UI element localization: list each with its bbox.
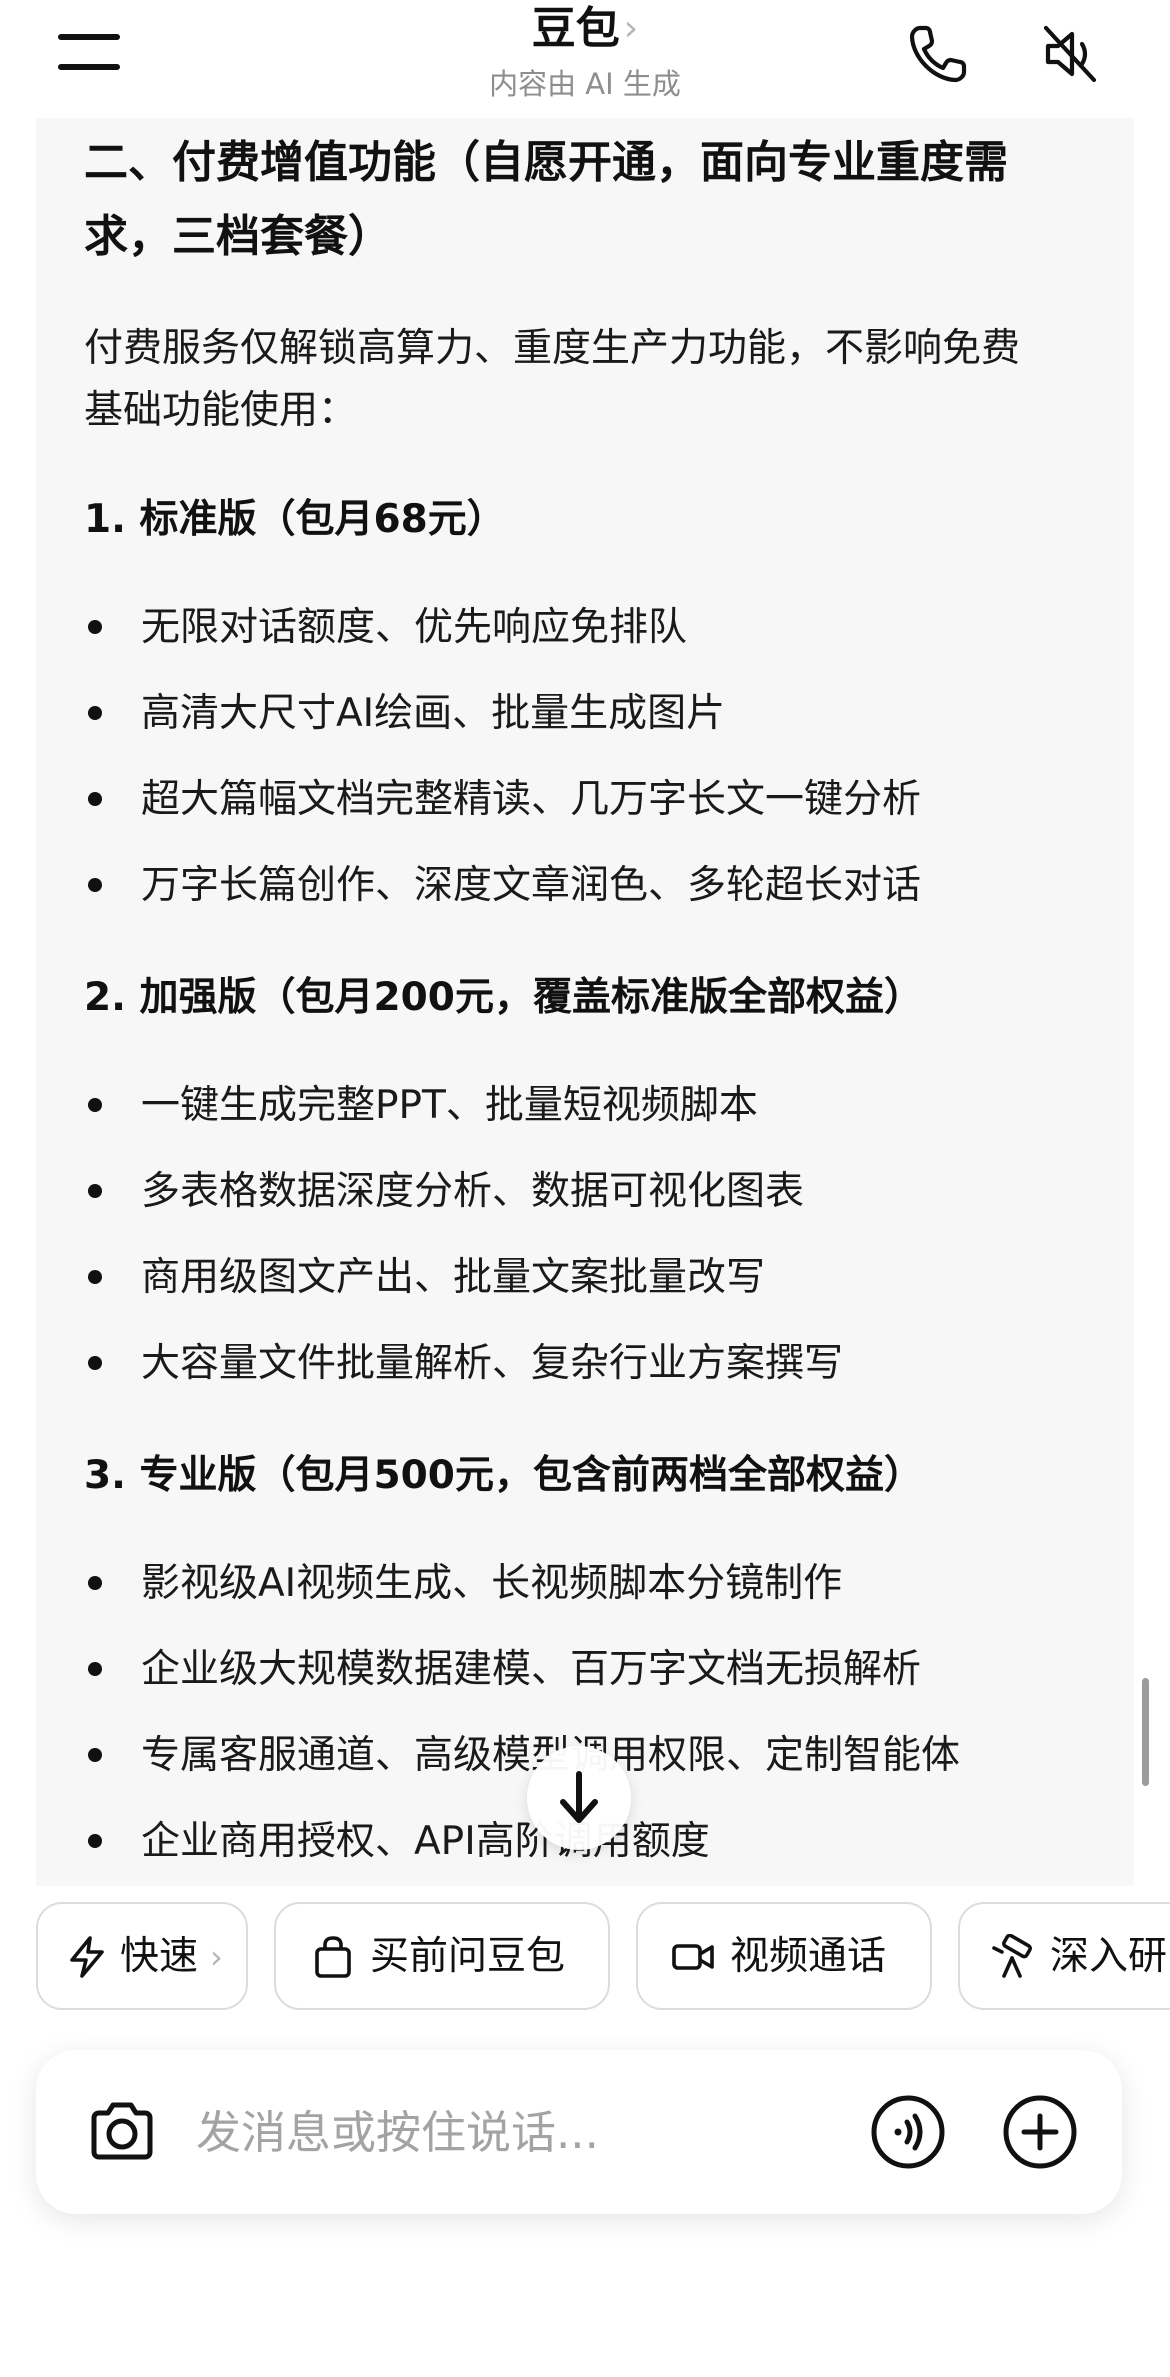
intro-line: 基础功能使用： (84, 388, 358, 433)
chip-chevron-icon: › (210, 1938, 223, 1976)
speaker-muted-icon[interactable] (1036, 20, 1104, 88)
lightning-icon (70, 1936, 104, 1978)
bullet-dot (88, 1270, 102, 1284)
chip-label: 视频通话 (730, 1934, 887, 1979)
menu-icon-bar (58, 34, 120, 40)
chat-title[interactable]: 豆包 (532, 4, 620, 54)
fast-mode-chip[interactable]: 快速 › (36, 1902, 248, 2010)
bullet-dot (88, 792, 102, 806)
video-call-chip[interactable]: 视频通话 (636, 1902, 932, 2010)
chat-title-area[interactable]: 豆包 › 内容由 AI 生成 (385, 4, 785, 104)
intro-line: 付费服务仅解锁高算力、重度生产力功能，不影响免费 (84, 326, 1021, 371)
camera-icon[interactable] (82, 2092, 162, 2172)
plan-title: 1. 标准版（包月68元） (84, 497, 506, 542)
arrow-down-icon (560, 1771, 598, 1823)
message-input[interactable]: 发消息或按住说话... (196, 2105, 599, 2161)
voice-wave-icon[interactable] (868, 2092, 948, 2172)
section-heading-line: 求，三档套餐） (84, 211, 392, 262)
bullet-dot (88, 878, 102, 892)
scroll-to-bottom-button[interactable] (527, 1746, 631, 1850)
ask-before-buy-chip[interactable]: 买前问豆包 (274, 1902, 610, 2010)
chip-label: 买前问豆包 (370, 1934, 566, 1979)
phone-icon[interactable] (904, 20, 972, 88)
section-heading-line: 二、付费增值功能（自愿开通，面向专业重度需 (84, 137, 1008, 188)
bullet-dot (88, 1834, 102, 1848)
scrollbar-thumb[interactable] (1142, 1678, 1149, 1786)
shopping-bag-icon (315, 1936, 351, 1978)
section-heading: 二、付费增值功能（自愿开通，面向专业重度需 求，三档套餐） (84, 126, 1094, 274)
plan-title: 3. 专业版（包月500元，包含前两档全部权益） (84, 1453, 923, 1498)
deep-research-chip[interactable]: 深入研 (958, 1902, 1170, 2010)
title-chevron-icon: › (623, 8, 639, 49)
chip-label: 快速 (120, 1934, 199, 1979)
bullet-dot (88, 1576, 102, 1590)
chip-label: 深入研 (1050, 1934, 1168, 1979)
bullet-dot (88, 1748, 102, 1762)
message-input-bar: 发消息或按住说话... (36, 2050, 1122, 2214)
menu-icon-bar (58, 64, 120, 70)
bullet-dot (88, 1356, 102, 1370)
bullet-dot (88, 620, 102, 634)
bullet-dot (88, 1662, 102, 1676)
telescope-icon (992, 1934, 1032, 1978)
intro-paragraph: 付费服务仅解锁高算力、重度生产力功能，不影响免费 基础功能使用： (84, 318, 1094, 442)
ai-generated-notice: 内容由 AI 生成 (489, 67, 681, 101)
video-camera-icon (672, 1944, 714, 1970)
menu-button[interactable] (58, 28, 122, 72)
plan-title: 2. 加强版（包月200元，覆盖标准版全部权益） (84, 975, 923, 1020)
plus-circle-icon[interactable] (1000, 2092, 1080, 2172)
top-nav-bar: 豆包 › 内容由 AI 生成 (0, 0, 1170, 118)
bullet-dot (88, 1098, 102, 1112)
bullet-dot (88, 706, 102, 720)
bullet-dot (88, 1184, 102, 1198)
